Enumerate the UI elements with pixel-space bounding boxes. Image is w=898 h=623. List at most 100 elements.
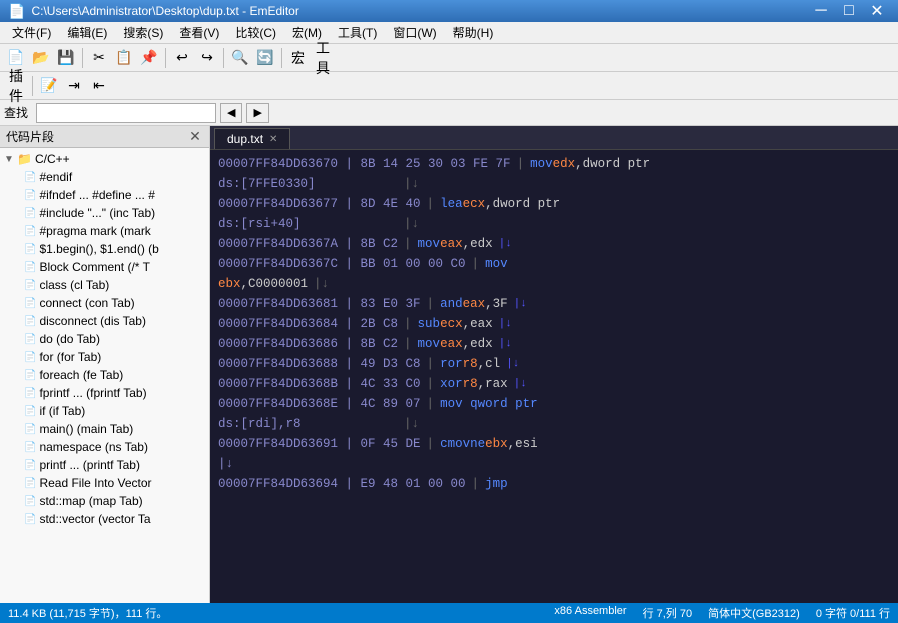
- code-token: |↓: [514, 295, 527, 313]
- editor-panel: dup.txt ✕ 00007FF84DD63670 | 8B 14 25 30…: [210, 126, 898, 603]
- tree-child-item[interactable]: 📄#pragma mark (mark: [0, 222, 209, 240]
- tree-child-label: connect (con Tab): [39, 296, 134, 310]
- tree-child-item[interactable]: 📄std::vector (vector Ta: [0, 510, 209, 528]
- replace-button[interactable]: 🔄: [253, 46, 277, 70]
- code-token: |↓: [514, 375, 527, 393]
- file-icon: 📄: [24, 334, 36, 345]
- tree-child-label: #ifndef ... #define ... #: [39, 188, 154, 202]
- code-line: ebx,C0000001 |↓: [210, 274, 898, 294]
- file-icon: 📄: [24, 352, 36, 363]
- tree-child-label: #endif: [39, 170, 72, 184]
- toolbar2-sep: [32, 76, 33, 96]
- editor-content[interactable]: 00007FF84DD63670 | 8B 14 25 30 03 FE 7F …: [210, 150, 898, 603]
- undo-button[interactable]: ↩: [170, 46, 194, 70]
- tree-child-item[interactable]: 📄class (cl Tab): [0, 276, 209, 294]
- maximize-button[interactable]: □: [836, 1, 862, 21]
- code-token: |: [398, 235, 418, 253]
- menu-item[interactable]: 工具(T): [330, 22, 385, 43]
- save-file-button[interactable]: 💾: [54, 46, 78, 70]
- toolbar2: 插件 📝 ⇥ ⇤: [0, 72, 898, 100]
- code-line: 00007FF84DD6367A | 8B C2 | mov eax,edx |…: [210, 234, 898, 254]
- menu-item[interactable]: 编辑(E): [59, 22, 115, 43]
- tree-child-label: disconnect (dis Tab): [39, 314, 146, 328]
- tree-child-item[interactable]: 📄do (do Tab): [0, 330, 209, 348]
- search-next-button[interactable]: ▶: [246, 103, 268, 123]
- macro-button[interactable]: 宏: [286, 46, 310, 70]
- cut-button[interactable]: ✂: [87, 46, 111, 70]
- tree-child-item[interactable]: 📄#endif: [0, 168, 209, 186]
- code-token: |: [421, 355, 441, 373]
- plugin-button[interactable]: 插件: [4, 74, 28, 98]
- search-label: 查找: [4, 104, 32, 121]
- status-encoding: 简体中文(GB2312): [708, 605, 800, 621]
- find-button[interactable]: 🔍: [228, 46, 252, 70]
- menu-item[interactable]: 搜索(S): [115, 22, 171, 43]
- tree-child-item[interactable]: 📄$1.begin(), $1.end() (b: [0, 240, 209, 258]
- search-prev-button[interactable]: ◀: [220, 103, 242, 123]
- code-line: 00007FF84DD6367C | BB 01 00 00 C0 | mov: [210, 254, 898, 274]
- code-token: |: [421, 435, 441, 453]
- code-token: mov: [485, 255, 508, 273]
- code-token: 00007FF84DD6367A | 8B C2: [218, 235, 398, 253]
- tree-child-item[interactable]: 📄fprintf ... (fprintf Tab): [0, 384, 209, 402]
- tree-child-item[interactable]: 📄Block Comment (/* T: [0, 258, 209, 276]
- code-token: ,dword ptr: [575, 155, 650, 173]
- tree-child-label: std::vector (vector Ta: [39, 512, 150, 526]
- indent-button[interactable]: ⇥: [62, 74, 86, 98]
- redo-button[interactable]: ↪: [195, 46, 219, 70]
- paste-button[interactable]: 📌: [137, 46, 161, 70]
- menu-item[interactable]: 窗口(W): [385, 22, 444, 43]
- code-token: mov: [530, 155, 553, 173]
- code-line: ds:[rdi],r8 |↓: [210, 414, 898, 434]
- tree-child-item[interactable]: 📄Read File Into Vector: [0, 474, 209, 492]
- search-input[interactable]: [36, 103, 216, 123]
- tree-child-item[interactable]: 📄printf ... (printf Tab): [0, 456, 209, 474]
- status-bar: 11.4 KB (11,715 字节)，111 行。 x86 Assembler…: [0, 603, 898, 623]
- tab-close-button[interactable]: ✕: [269, 134, 277, 145]
- file-icon: 📄: [24, 316, 36, 327]
- tree-child-item[interactable]: 📄#include "..." (inc Tab): [0, 204, 209, 222]
- file-icon: 📄: [24, 424, 36, 435]
- file-icon: 📄: [24, 172, 36, 183]
- panel-tree[interactable]: ▼ 📁 C/C++ 📄#endif📄#ifndef ... #define ..…: [0, 148, 209, 603]
- title-text: 📄 C:\Users\Administrator\Desktop\dup.txt…: [8, 3, 299, 20]
- snippet-button[interactable]: 📝: [37, 74, 61, 98]
- menu-item[interactable]: 帮助(H): [445, 22, 502, 43]
- minimize-button[interactable]: ─: [808, 1, 834, 21]
- tree-child-item[interactable]: 📄foreach (fe Tab): [0, 366, 209, 384]
- open-file-button[interactable]: 📂: [29, 46, 53, 70]
- code-token: |↓: [398, 415, 425, 433]
- tree-child-item[interactable]: 📄if (if Tab): [0, 402, 209, 420]
- code-token: ,C0000001: [241, 275, 309, 293]
- tool-button[interactable]: 工具: [311, 46, 335, 70]
- outdent-button[interactable]: ⇤: [87, 74, 111, 98]
- menu-item[interactable]: 文件(F): [4, 22, 59, 43]
- tree-child-item[interactable]: 📄for (for Tab): [0, 348, 209, 366]
- menu-item[interactable]: 比较(C): [227, 22, 284, 43]
- code-token: ds:[rdi],r8: [218, 415, 398, 433]
- panel-close-button[interactable]: ✕: [187, 129, 203, 145]
- tree-child-label: Read File Into Vector: [39, 476, 151, 490]
- code-line: 00007FF84DD6368B | 4C 33 C0 | xor r8,rax…: [210, 374, 898, 394]
- code-token: ds:[7FFE0330]: [218, 175, 398, 193]
- tree-child-item[interactable]: 📄disconnect (dis Tab): [0, 312, 209, 330]
- code-token: mov: [418, 235, 441, 253]
- window-controls[interactable]: ─ □ ✕: [808, 1, 890, 21]
- tree-root-cpp[interactable]: ▼ 📁 C/C++: [0, 150, 209, 168]
- tree-child-item[interactable]: 📄std::map (map Tab): [0, 492, 209, 510]
- code-token: |↓: [398, 175, 425, 193]
- code-line: 00007FF84DD63681 | 83 E0 3F | and eax,3F…: [210, 294, 898, 314]
- code-token: |: [466, 475, 486, 493]
- tab-bar: dup.txt ✕: [210, 126, 898, 150]
- tree-child-item[interactable]: 📄connect (con Tab): [0, 294, 209, 312]
- tree-child-item[interactable]: 📄#ifndef ... #define ... #: [0, 186, 209, 204]
- tree-child-item[interactable]: 📄main() (main Tab): [0, 420, 209, 438]
- code-token: ,dword ptr: [485, 195, 560, 213]
- copy-button[interactable]: 📋: [112, 46, 136, 70]
- code-token: eax: [440, 235, 463, 253]
- close-button[interactable]: ✕: [864, 1, 890, 21]
- search-bar: 查找 ◀ ▶: [0, 100, 898, 126]
- menu-item[interactable]: 查看(V): [171, 22, 227, 43]
- editor-tab[interactable]: dup.txt ✕: [214, 128, 290, 149]
- tree-child-item[interactable]: 📄namespace (ns Tab): [0, 438, 209, 456]
